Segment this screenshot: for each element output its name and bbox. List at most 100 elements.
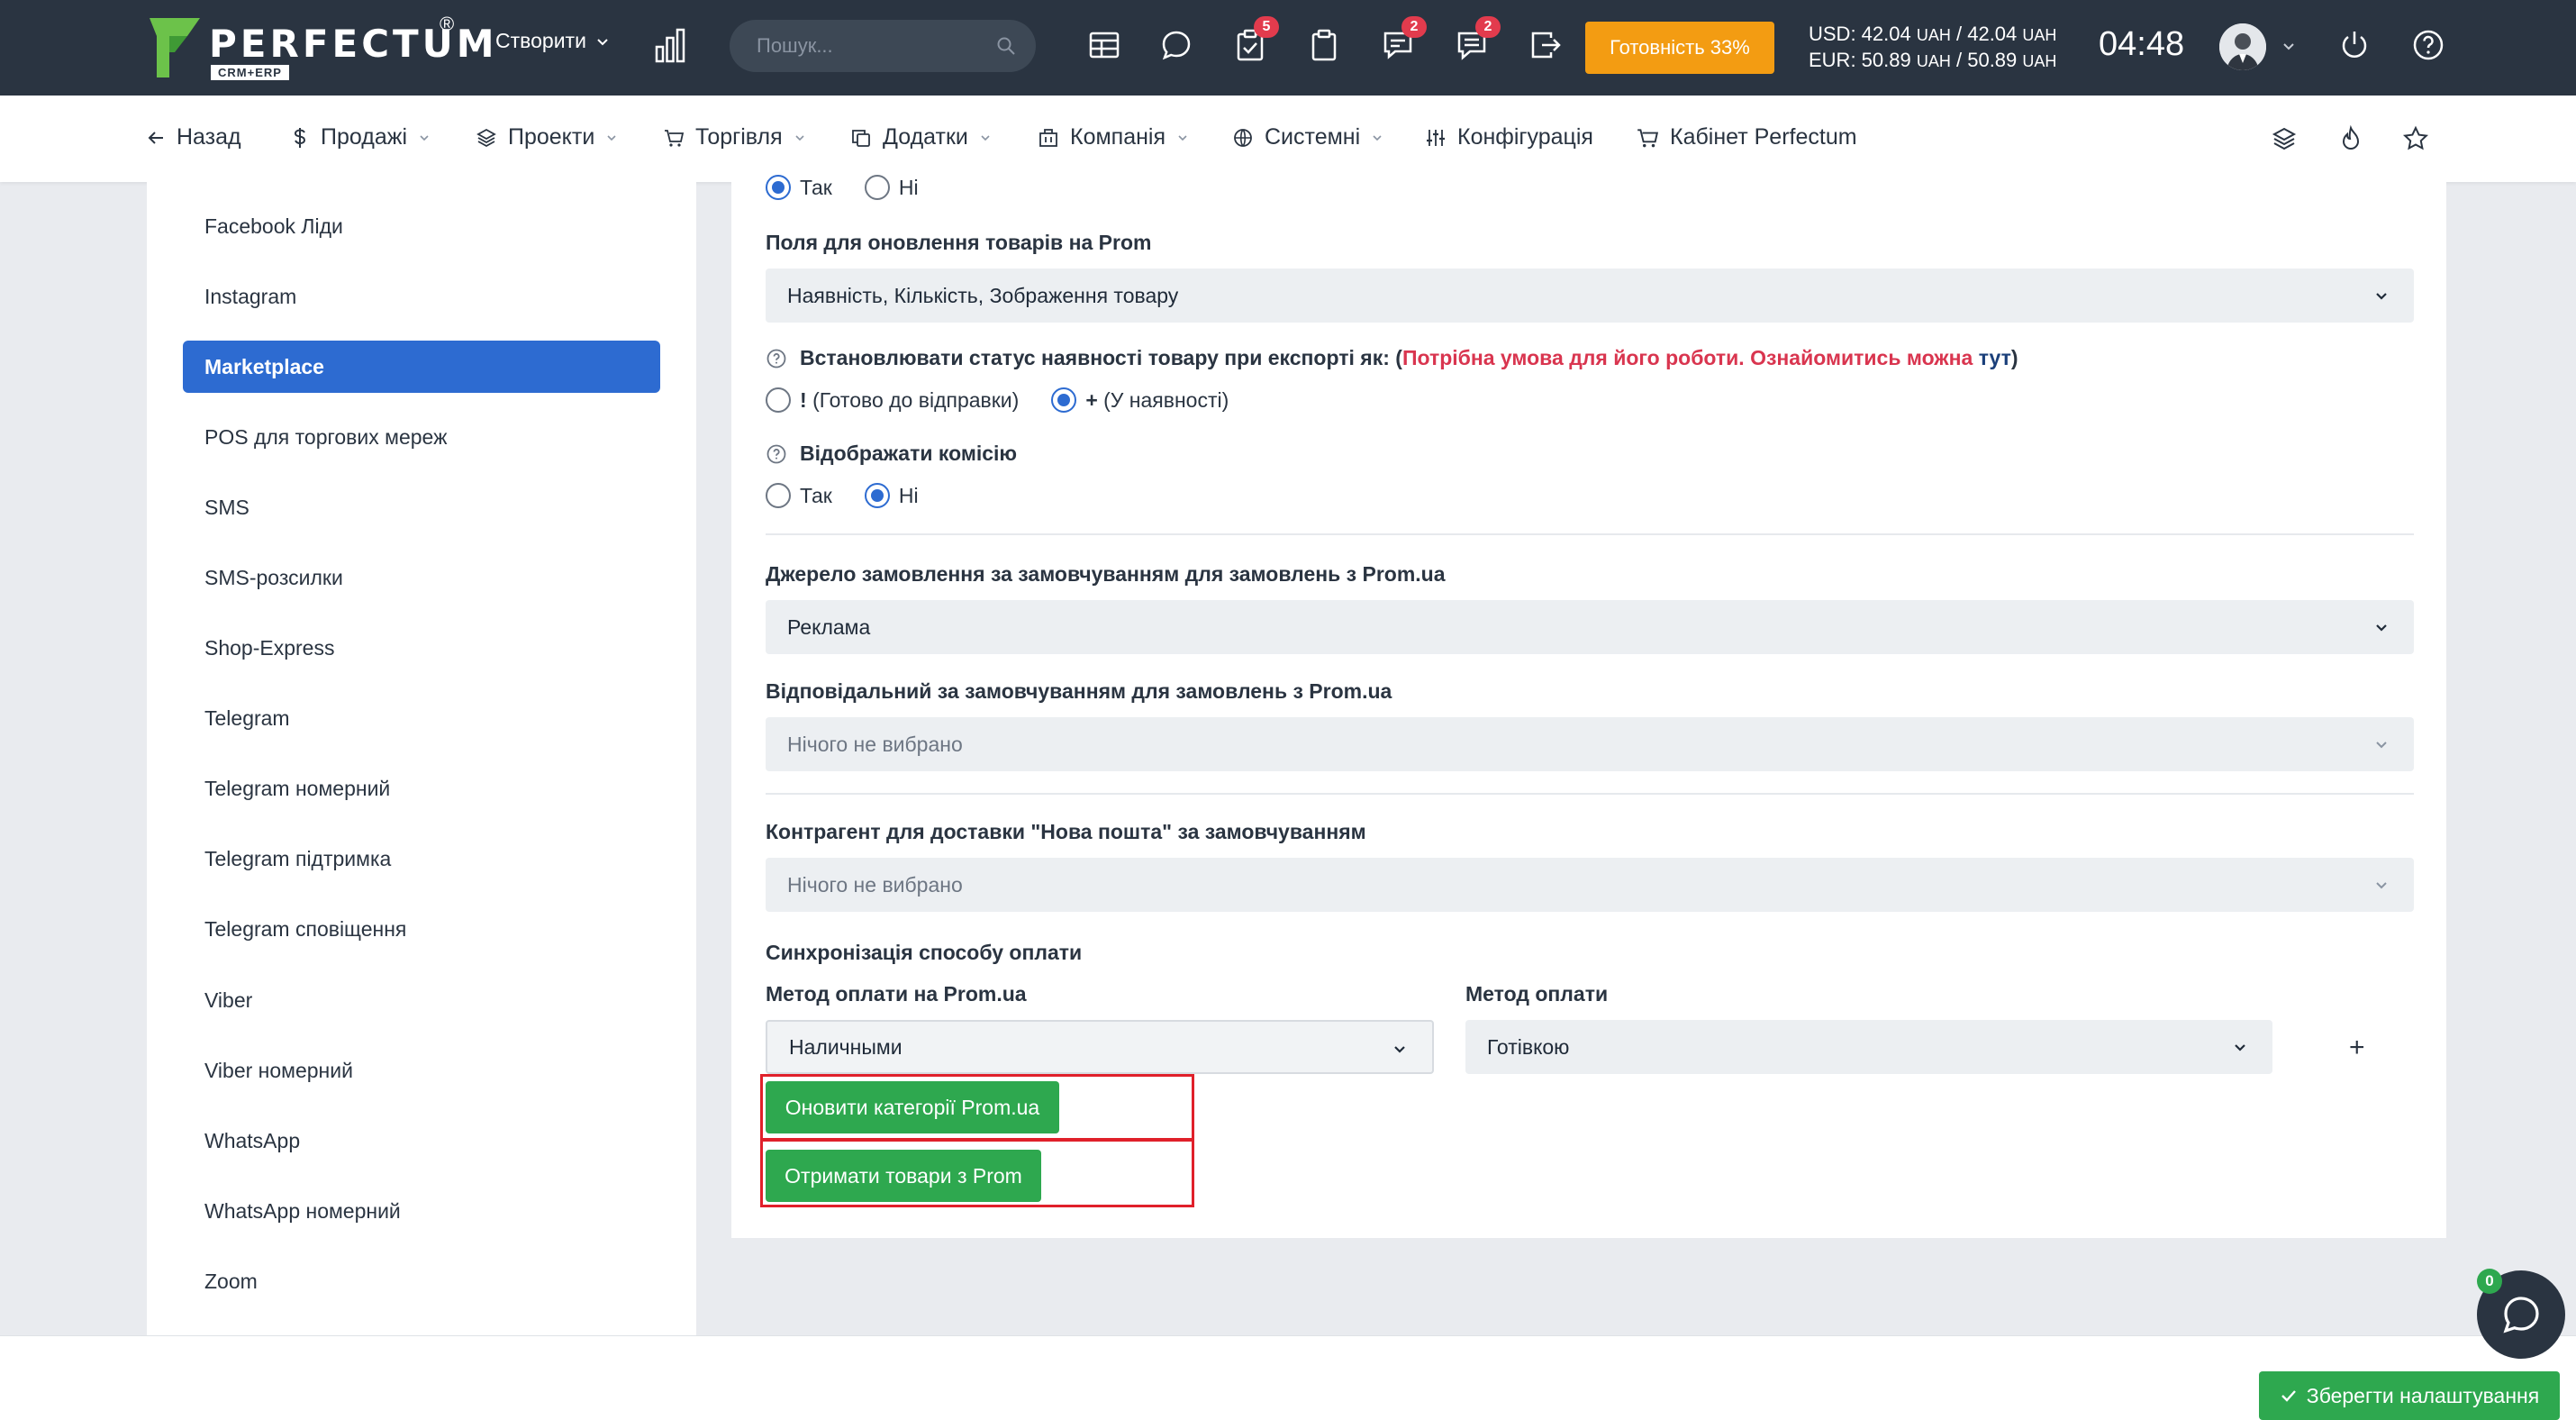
top-radio-yes[interactable]: [766, 175, 791, 200]
status-radio-in-stock[interactable]: [1051, 387, 1077, 413]
bar-chart-icon[interactable]: [654, 27, 686, 63]
responsible-select[interactable]: Нічого не вибрано: [766, 717, 2414, 771]
user-menu-chevron-icon[interactable]: [2279, 36, 2299, 56]
prom-payment-method-label: Метод оплати на Prom.ua: [766, 982, 1027, 1006]
chevron-down-icon: [1373, 134, 1382, 141]
search-input[interactable]: [757, 32, 982, 59]
clipboard-icon[interactable]: [1306, 27, 1342, 63]
commission-radio-yes[interactable]: [766, 483, 791, 508]
sidebar-item-viber-numbered[interactable]: Viber номерний: [183, 1044, 660, 1097]
status-label-row: Встановлювати статус наявності товару пр…: [766, 346, 2018, 370]
readiness-button[interactable]: Готовність 33%: [1585, 22, 1774, 74]
sidebar-item-sms[interactable]: SMS: [183, 481, 660, 533]
create-label: Створити: [495, 29, 586, 52]
layers-icon[interactable]: [2270, 124, 2299, 153]
nav-trade-label: Торгівля: [695, 124, 783, 150]
clock: 04:48: [2099, 25, 2185, 63]
avatar[interactable]: [2219, 23, 2266, 70]
main-nav: Назад Продажі Проекти Торгівля Додатки К…: [0, 96, 2576, 182]
chat-list-icon[interactable]: 2: [1454, 16, 1501, 63]
top-radio-no-label: Ні: [898, 175, 919, 199]
chat-bubble-icon[interactable]: [1158, 27, 1194, 63]
payment-method-label: Метод оплати: [1465, 982, 1609, 1006]
messages-icon[interactable]: 2: [1380, 16, 1427, 63]
status-ready-text: (Готово до відправки): [812, 387, 1020, 412]
sidebar-item-shop-express[interactable]: Shop-Express: [183, 622, 660, 674]
currency-rates: USD: 42.04 UAH / 42.04 UAH EUR: 50.89 UA…: [1809, 22, 2056, 74]
status-label-text: Встановлювати статус наявності товару пр…: [800, 346, 1390, 369]
top-radio-no[interactable]: [864, 175, 890, 200]
create-dropdown-button[interactable]: Створити: [495, 29, 610, 53]
sidebar-item-facebook-leads[interactable]: Facebook Ліди: [183, 200, 660, 252]
sidebar-item-whatsapp-numbered[interactable]: WhatsApp номерний: [183, 1185, 660, 1237]
update-prom-categories-button[interactable]: Оновити категорії Prom.ua: [766, 1081, 1059, 1133]
eur-currency: UAH: [1916, 52, 1951, 70]
update-fields-value: Наявність, Кількість, Зображення товару: [787, 283, 1179, 307]
sidebar-item-sms-mailing[interactable]: SMS-розсилки: [183, 551, 660, 604]
sidebar-item-telegram[interactable]: Telegram: [183, 692, 660, 744]
status-in-stock-sign: +: [1085, 387, 1098, 412]
nav-system[interactable]: Системні: [1232, 124, 1383, 150]
sidebar-item-telegram-notifications[interactable]: Telegram сповіщення: [183, 903, 660, 955]
chat-notification-badge: 0: [2477, 1269, 2502, 1294]
search-icon[interactable]: [996, 36, 1016, 56]
help-circle-icon[interactable]: [766, 348, 787, 369]
dollar-icon: [294, 127, 306, 148]
star-icon[interactable]: [2401, 124, 2430, 153]
commission-radio-no[interactable]: [864, 483, 890, 508]
payment-method-select[interactable]: Готівкою: [1465, 1020, 2272, 1074]
logo-subtitle: CRM+ERP: [211, 65, 289, 80]
nav-addons[interactable]: Додатки: [850, 124, 992, 150]
order-source-value: Реклама: [787, 614, 871, 639]
update-fields-select[interactable]: Наявність, Кількість, Зображення товару: [766, 269, 2414, 323]
nav-back[interactable]: Назад: [146, 124, 241, 150]
sliders-icon: [1427, 129, 1445, 146]
sidebar-item-whatsapp[interactable]: WhatsApp: [183, 1115, 660, 1167]
help-icon[interactable]: [2410, 27, 2446, 63]
sidebar-item-instagram[interactable]: Instagram: [183, 270, 660, 323]
chevron-down-icon: [795, 134, 804, 141]
settings-card: Так Ні Поля для оновлення товарів на Pro…: [731, 175, 2446, 1238]
power-icon[interactable]: [2336, 27, 2372, 63]
status-radio-group: ! (Готово до відправки) + (У наявності): [766, 387, 1229, 413]
fire-icon[interactable]: [2336, 124, 2365, 153]
nav-cabinet[interactable]: Кабінет Perfectum: [1636, 124, 1857, 150]
nav-trade[interactable]: Торгівля: [663, 124, 806, 150]
cart-icon: [1637, 128, 1659, 147]
prom-payment-method-value: Наличными: [789, 1034, 903, 1059]
usd-currency: UAH: [1916, 26, 1951, 44]
search-box[interactable]: [730, 20, 1036, 72]
chevron-down-icon: [420, 134, 429, 141]
nav-config[interactable]: Конфігурація: [1425, 124, 1593, 150]
sidebar-item-zoom[interactable]: Zoom: [183, 1255, 660, 1307]
sidebar-item-telegram-support[interactable]: Telegram підтримка: [183, 833, 660, 885]
nav-company[interactable]: Компанія: [1038, 124, 1189, 150]
divider: [766, 793, 2414, 795]
order-source-select[interactable]: Реклама: [766, 600, 2414, 654]
perfectum-logo[interactable]: PERFECTUM ® CRM+ERP: [144, 13, 494, 83]
chevron-down-icon: [597, 38, 608, 45]
add-payment-mapping-button[interactable]: +: [2349, 1033, 2365, 1063]
prom-payment-method-select[interactable]: Наличными: [766, 1020, 1434, 1074]
status-here-link[interactable]: тут: [1979, 346, 2011, 369]
help-circle-icon[interactable]: [766, 443, 787, 465]
arrow-left-icon: [148, 131, 163, 144]
export-icon[interactable]: [1528, 27, 1564, 63]
chevron-down-icon: [1178, 134, 1187, 141]
contractor-label: Контрагент для доставки "Нова пошта" за …: [766, 820, 1366, 843]
contractor-select[interactable]: Нічого не вибрано: [766, 858, 2414, 912]
calendar-board-icon[interactable]: [1086, 27, 1122, 63]
sidebar-item-pos[interactable]: POS для торгових мереж: [183, 411, 660, 463]
nav-sales[interactable]: Продажі: [290, 124, 431, 150]
get-prom-products-button[interactable]: Отримати товари з Prom: [766, 1150, 1041, 1202]
sidebar-item-marketplace[interactable]: Marketplace: [183, 341, 660, 393]
save-settings-button[interactable]: Зберегти налаштування: [2259, 1371, 2560, 1420]
chat-bubble-icon: [2503, 1297, 2539, 1334]
commission-no-label: Ні: [898, 483, 919, 507]
nav-projects[interactable]: Проекти: [476, 124, 618, 150]
top-bar: PERFECTUM ® CRM+ERP Створити 5: [0, 0, 2576, 96]
tasks-icon[interactable]: 5: [1232, 16, 1279, 63]
sidebar-item-telegram-numbered[interactable]: Telegram номерний: [183, 762, 660, 815]
sidebar-item-viber[interactable]: Viber: [183, 974, 660, 1026]
status-radio-ready[interactable]: [766, 387, 791, 413]
